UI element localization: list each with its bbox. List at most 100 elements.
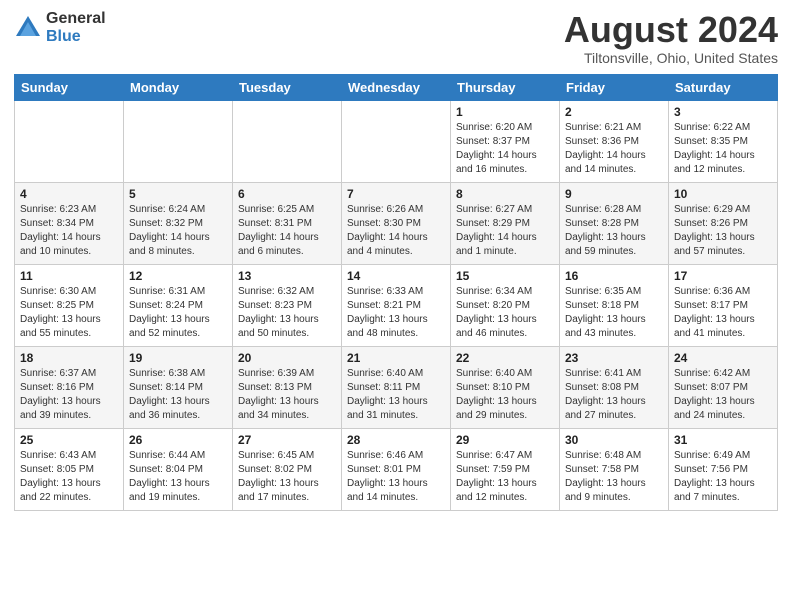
header: General Blue August 2024 Tiltonsville, O… [14, 10, 778, 66]
calendar-cell: 4 Sunrise: 6:23 AM Sunset: 8:34 PM Daylig… [15, 182, 124, 264]
calendar-cell: 12Sunrise: 6:31 AM Sunset: 8:24 PM Dayli… [124, 264, 233, 346]
calendar-week-3: 11 Sunrise: 6:30 AM Sunset: 8:25 PM Dayli… [15, 264, 778, 346]
col-thursday: Thursday [451, 74, 560, 100]
day-number: 16 [565, 269, 663, 283]
day-number: 28 [347, 433, 445, 447]
logo-blue-text: Blue [46, 28, 106, 46]
calendar-cell: 13Sunrise: 6:32 AM Sunset: 8:23 PM Dayli… [233, 264, 342, 346]
day-info: Sunrise: 6:43 AM Sunset: 8:05 PM Dayligh… [20, 449, 118, 505]
day-number: 2 [565, 105, 663, 119]
calendar-cell: 5Sunrise: 6:24 AM Sunset: 8:32 PM Daylig… [124, 182, 233, 264]
calendar-cell: 10 Sunrise: 6:29 AM Sunset: 8:26 PM Dayli… [669, 182, 778, 264]
calendar-cell: 15 Sunrise: 6:34 AM Sunset: 8:20 PM Dayli… [451, 264, 560, 346]
day-number: 20 [238, 351, 336, 365]
day-info: Sunrise: 6:30 AM Sunset: 8:25 PM Dayligh… [20, 285, 118, 341]
day-number: 6 [238, 187, 336, 201]
calendar-cell [124, 100, 233, 182]
calendar-cell: 9Sunrise: 6:28 AM Sunset: 8:28 PM Daylig… [560, 182, 669, 264]
calendar-cell: 26 Sunrise: 6:44 AM Sunset: 8:04 PM Dayli… [124, 428, 233, 510]
col-friday: Friday [560, 74, 669, 100]
day-number: 22 [456, 351, 554, 365]
month-title: August 2024 [564, 10, 778, 50]
day-info: Sunrise: 6:20 AM Sunset: 8:37 PM Dayligh… [456, 121, 554, 177]
calendar-cell: 2 Sunrise: 6:21 AM Sunset: 8:36 PM Daylig… [560, 100, 669, 182]
calendar-cell: 11 Sunrise: 6:30 AM Sunset: 8:25 PM Dayli… [15, 264, 124, 346]
day-info: Sunrise: 6:41 AM Sunset: 8:08 PM Dayligh… [565, 367, 663, 423]
calendar-cell [15, 100, 124, 182]
day-info: Sunrise: 6:42 AM Sunset: 8:07 PM Dayligh… [674, 367, 772, 423]
calendar-cell [342, 100, 451, 182]
calendar-cell: 19Sunrise: 6:38 AM Sunset: 8:14 PM Dayli… [124, 346, 233, 428]
day-number: 25 [20, 433, 118, 447]
day-info: Sunrise: 6:36 AM Sunset: 8:17 PM Dayligh… [674, 285, 772, 341]
calendar-cell: 14Sunrise: 6:33 AM Sunset: 8:21 PM Dayli… [342, 264, 451, 346]
day-info: Sunrise: 6:31 AM Sunset: 8:24 PM Dayligh… [129, 285, 227, 341]
day-number: 1 [456, 105, 554, 119]
day-info: Sunrise: 6:44 AM Sunset: 8:04 PM Dayligh… [129, 449, 227, 505]
day-number: 18 [20, 351, 118, 365]
col-monday: Monday [124, 74, 233, 100]
day-number: 11 [20, 269, 118, 283]
day-info: Sunrise: 6:39 AM Sunset: 8:13 PM Dayligh… [238, 367, 336, 423]
day-number: 19 [129, 351, 227, 365]
day-number: 17 [674, 269, 772, 283]
day-info: Sunrise: 6:46 AM Sunset: 8:01 PM Dayligh… [347, 449, 445, 505]
day-number: 15 [456, 269, 554, 283]
day-info: Sunrise: 6:48 AM Sunset: 7:58 PM Dayligh… [565, 449, 663, 505]
day-number: 3 [674, 105, 772, 119]
day-number: 4 [20, 187, 118, 201]
col-tuesday: Tuesday [233, 74, 342, 100]
calendar-cell: 30 Sunrise: 6:48 AM Sunset: 7:58 PM Dayli… [560, 428, 669, 510]
calendar-cell [233, 100, 342, 182]
logo-text: General Blue [46, 10, 106, 45]
day-number: 21 [347, 351, 445, 365]
day-number: 29 [456, 433, 554, 447]
day-number: 27 [238, 433, 336, 447]
calendar-cell: 8Sunrise: 6:27 AM Sunset: 8:29 PM Daylig… [451, 182, 560, 264]
day-info: Sunrise: 6:26 AM Sunset: 8:30 PM Dayligh… [347, 203, 445, 259]
day-info: Sunrise: 6:21 AM Sunset: 8:36 PM Dayligh… [565, 121, 663, 177]
location: Tiltonsville, Ohio, United States [564, 50, 778, 66]
day-info: Sunrise: 6:37 AM Sunset: 8:16 PM Dayligh… [20, 367, 118, 423]
calendar-cell: 1 Sunrise: 6:20 AM Sunset: 8:37 PM Daylig… [451, 100, 560, 182]
title-block: August 2024 Tiltonsville, Ohio, United S… [564, 10, 778, 66]
day-info: Sunrise: 6:25 AM Sunset: 8:31 PM Dayligh… [238, 203, 336, 259]
day-info: Sunrise: 6:40 AM Sunset: 8:11 PM Dayligh… [347, 367, 445, 423]
day-number: 5 [129, 187, 227, 201]
col-sunday: Sunday [15, 74, 124, 100]
day-info: Sunrise: 6:28 AM Sunset: 8:28 PM Dayligh… [565, 203, 663, 259]
day-info: Sunrise: 6:32 AM Sunset: 8:23 PM Dayligh… [238, 285, 336, 341]
day-info: Sunrise: 6:29 AM Sunset: 8:26 PM Dayligh… [674, 203, 772, 259]
calendar-cell: 29 Sunrise: 6:47 AM Sunset: 7:59 PM Dayli… [451, 428, 560, 510]
day-number: 7 [347, 187, 445, 201]
logo: General Blue [14, 10, 106, 45]
logo-general-text: General [46, 10, 106, 28]
day-number: 8 [456, 187, 554, 201]
day-number: 26 [129, 433, 227, 447]
col-wednesday: Wednesday [342, 74, 451, 100]
calendar-cell: 24 Sunrise: 6:42 AM Sunset: 8:07 PM Dayli… [669, 346, 778, 428]
calendar-cell: 18 Sunrise: 6:37 AM Sunset: 8:16 PM Dayli… [15, 346, 124, 428]
calendar-cell: 31Sunrise: 6:49 AM Sunset: 7:56 PM Dayli… [669, 428, 778, 510]
day-info: Sunrise: 6:34 AM Sunset: 8:20 PM Dayligh… [456, 285, 554, 341]
calendar-cell: 28 Sunrise: 6:46 AM Sunset: 8:01 PM Dayli… [342, 428, 451, 510]
calendar-cell: 6 Sunrise: 6:25 AM Sunset: 8:31 PM Daylig… [233, 182, 342, 264]
calendar-cell: 23 Sunrise: 6:41 AM Sunset: 8:08 PM Dayli… [560, 346, 669, 428]
day-number: 31 [674, 433, 772, 447]
day-info: Sunrise: 6:47 AM Sunset: 7:59 PM Dayligh… [456, 449, 554, 505]
day-info: Sunrise: 6:33 AM Sunset: 8:21 PM Dayligh… [347, 285, 445, 341]
calendar-cell: 3Sunrise: 6:22 AM Sunset: 8:35 PM Daylig… [669, 100, 778, 182]
calendar-week-5: 25 Sunrise: 6:43 AM Sunset: 8:05 PM Dayli… [15, 428, 778, 510]
day-number: 30 [565, 433, 663, 447]
day-info: Sunrise: 6:45 AM Sunset: 8:02 PM Dayligh… [238, 449, 336, 505]
calendar-cell: 25 Sunrise: 6:43 AM Sunset: 8:05 PM Dayli… [15, 428, 124, 510]
calendar-week-2: 4 Sunrise: 6:23 AM Sunset: 8:34 PM Daylig… [15, 182, 778, 264]
day-number: 24 [674, 351, 772, 365]
day-number: 23 [565, 351, 663, 365]
calendar-cell: 27 Sunrise: 6:45 AM Sunset: 8:02 PM Dayli… [233, 428, 342, 510]
col-saturday: Saturday [669, 74, 778, 100]
day-number: 10 [674, 187, 772, 201]
calendar-cell: 7 Sunrise: 6:26 AM Sunset: 8:30 PM Daylig… [342, 182, 451, 264]
calendar-cell: 20 Sunrise: 6:39 AM Sunset: 8:13 PM Dayli… [233, 346, 342, 428]
day-info: Sunrise: 6:23 AM Sunset: 8:34 PM Dayligh… [20, 203, 118, 259]
